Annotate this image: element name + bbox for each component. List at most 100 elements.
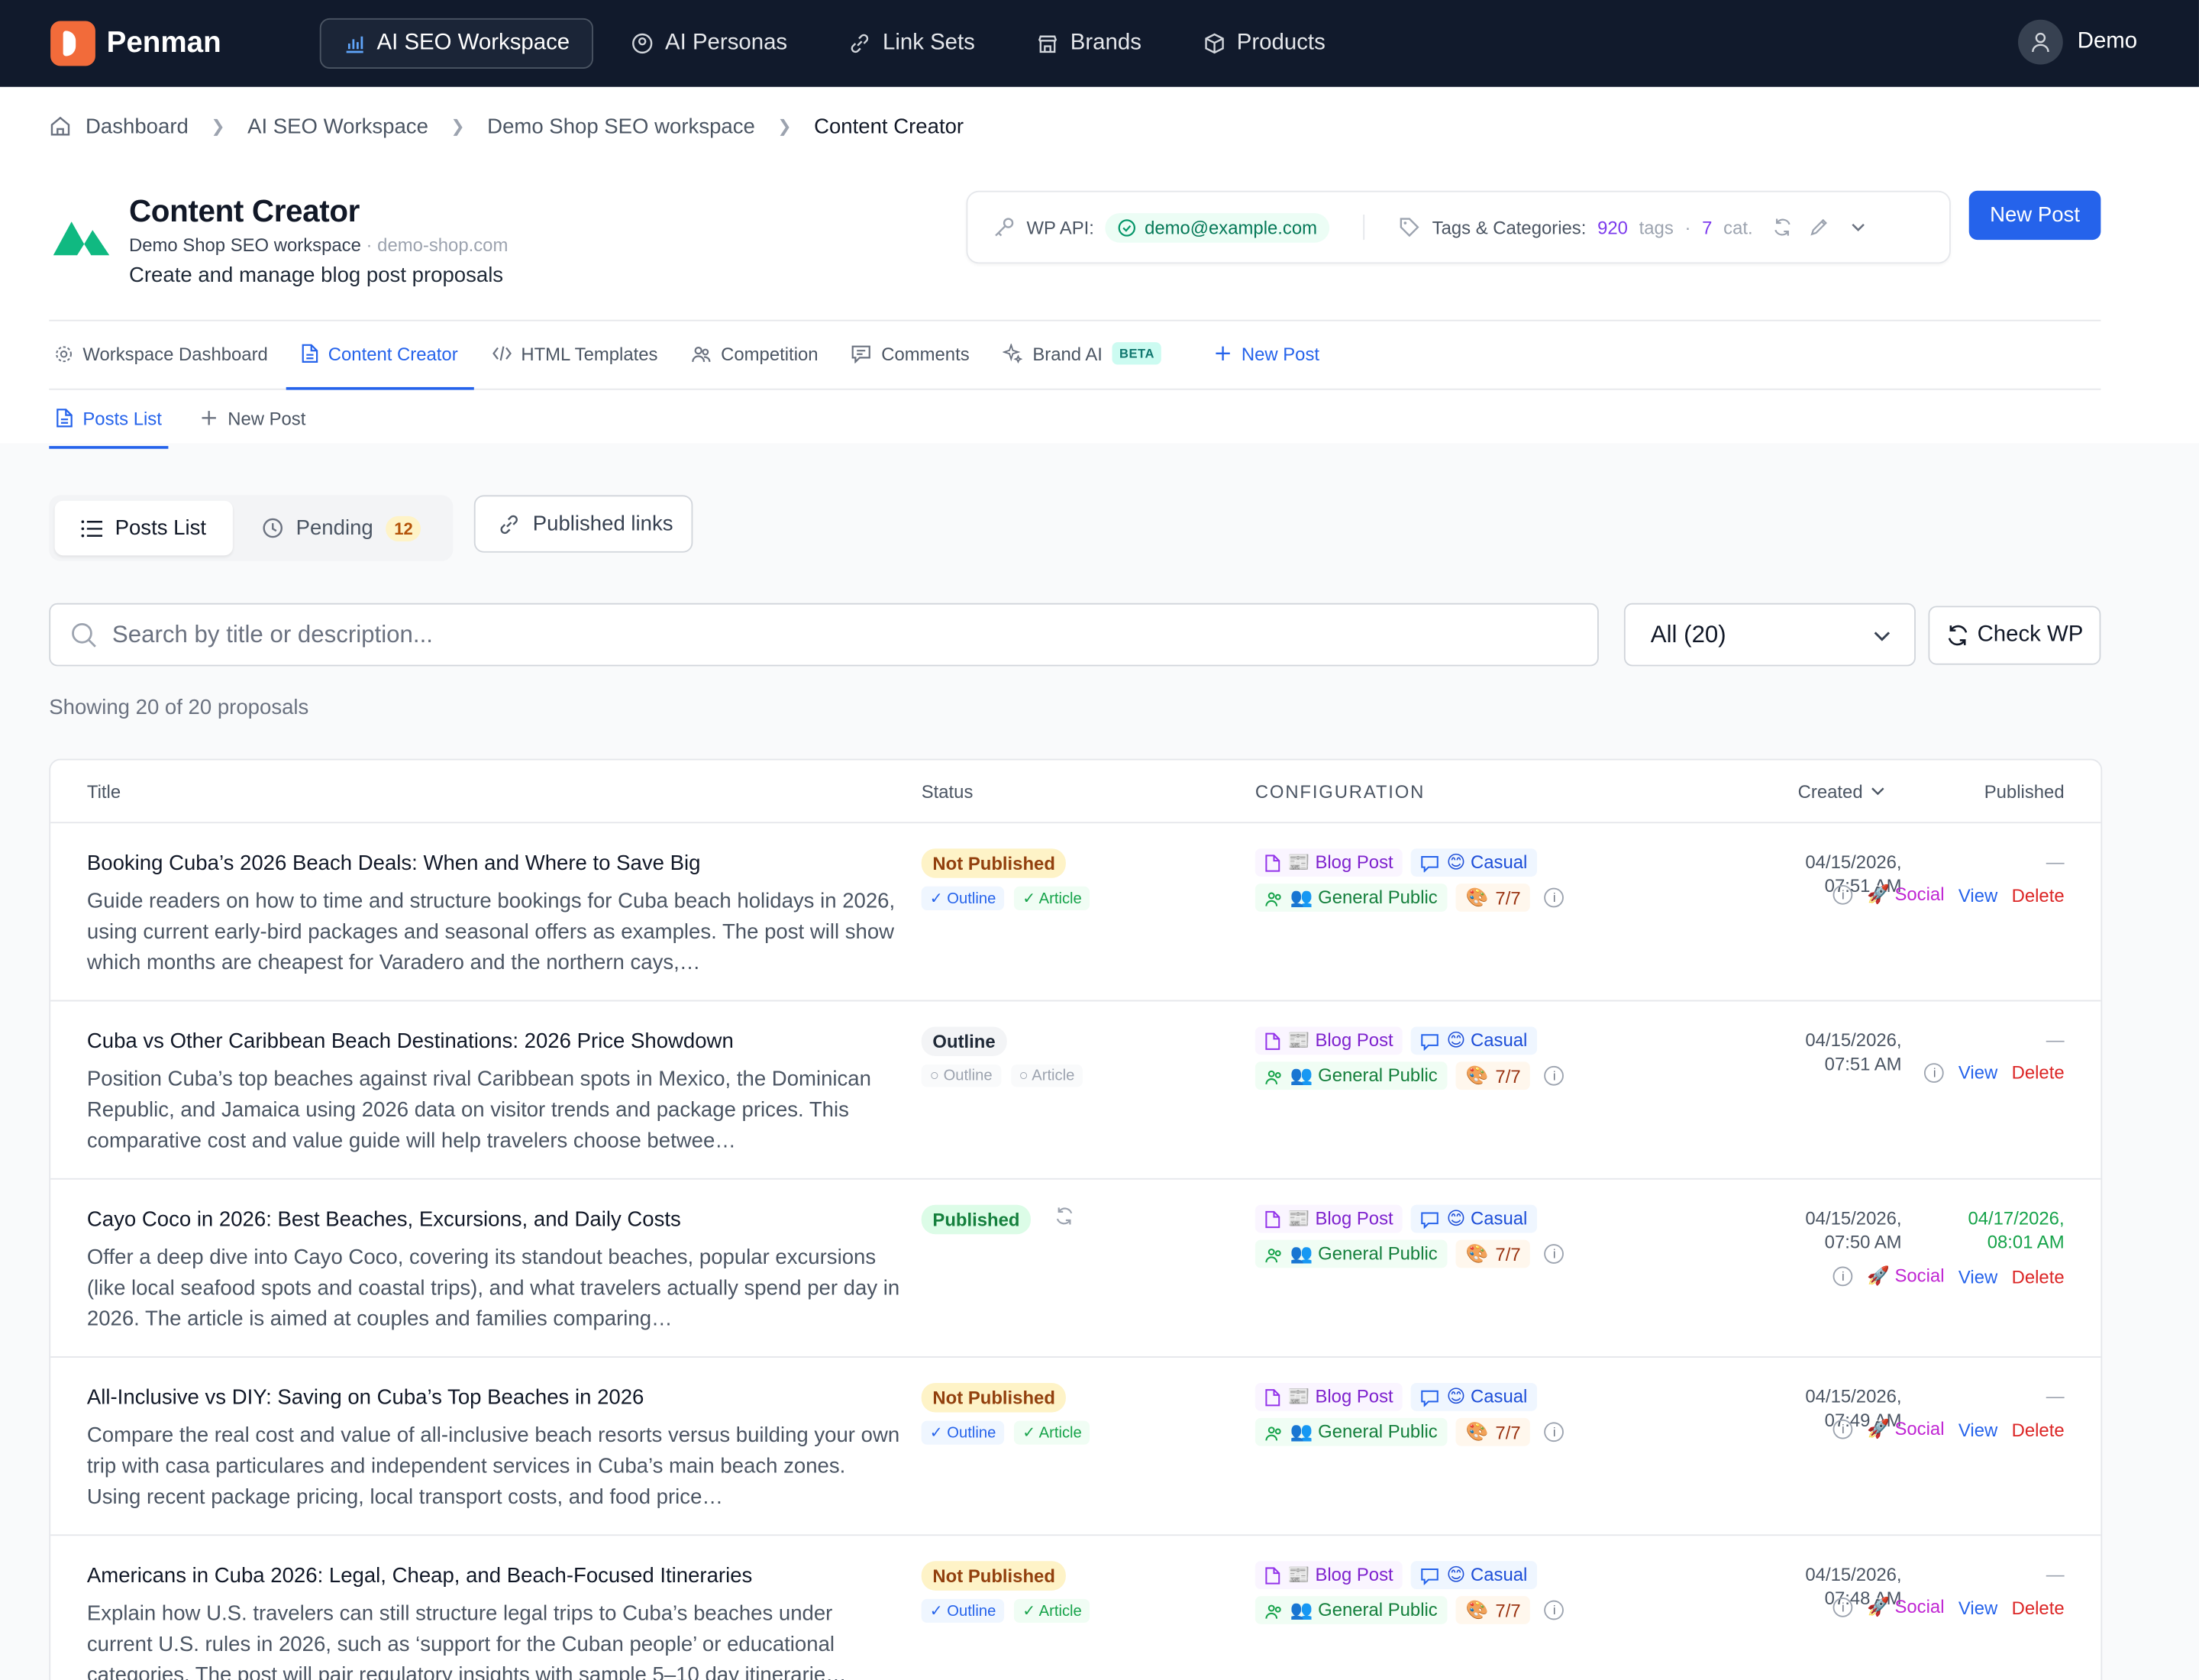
post-title[interactable]: Booking Cuba’s 2026 Beach Deals: When an…: [87, 851, 701, 875]
post-title[interactable]: Americans in Cuba 2026: Legal, Cheap, an…: [87, 1564, 752, 1588]
delete-link[interactable]: Delete: [2012, 884, 2065, 906]
workspace-tabs: Workspace Dashboard Content Creator HTML…: [49, 319, 2101, 390]
table-row[interactable]: Americans in Cuba 2026: Legal, Cheap, an…: [50, 1536, 2101, 1680]
info-icon[interactable]: i: [1832, 884, 1853, 905]
code-icon: [492, 345, 512, 362]
view-link[interactable]: View: [1958, 884, 1997, 906]
link-icon: [498, 512, 520, 535]
plus-icon: [201, 409, 218, 426]
sync-icon[interactable]: [1054, 1207, 1074, 1233]
info-icon[interactable]: i: [1544, 1422, 1564, 1443]
delete-link[interactable]: Delete: [2012, 1597, 2065, 1618]
tab-label: Workspace Dashboard: [82, 343, 268, 364]
info-icon[interactable]: i: [1832, 1266, 1853, 1287]
status-filter-select[interactable]: All (20): [1623, 603, 1916, 667]
edit-icon[interactable]: [1809, 218, 1829, 237]
info-icon[interactable]: i: [1544, 1244, 1564, 1264]
info-icon[interactable]: i: [1544, 1600, 1564, 1620]
tab-new-post[interactable]: New Post: [1200, 320, 1335, 390]
new-post-button[interactable]: New Post: [1968, 190, 2101, 241]
breadcrumb-ai-seo-workspace[interactable]: AI SEO Workspace: [247, 115, 428, 138]
nav-item-ai-seo-workspace[interactable]: AI SEO Workspace: [319, 18, 594, 69]
audience-chip: 👥 General Public: [1254, 1417, 1448, 1446]
status-cell: Not Published ✓ Outline ✓ Article: [921, 1382, 1090, 1445]
tab-html-templates[interactable]: HTML Templates: [476, 320, 673, 390]
document-icon: [1265, 1566, 1280, 1585]
nav-item-products[interactable]: Products: [1179, 18, 1348, 69]
tone-chip: 😊 Casual: [1411, 1204, 1538, 1233]
search-input[interactable]: Search by title or description...: [49, 603, 1599, 667]
nav-item-brands[interactable]: Brands: [1012, 18, 1165, 69]
configuration-cell: 📰 Blog Post 😊 Casual 👥 General Public 🎨 7…: [1254, 1382, 1592, 1453]
delete-link[interactable]: Delete: [2012, 1266, 2065, 1287]
published-date: —: [2046, 1029, 2065, 1051]
view-link[interactable]: View: [1958, 1419, 1997, 1440]
tab-comments[interactable]: Comments: [836, 320, 984, 390]
column-created-sort[interactable]: Created: [1798, 780, 1887, 802]
table-row[interactable]: Cayo Coco in 2026: Best Beaches, Excursi…: [50, 1180, 2101, 1358]
tab-competition[interactable]: Competition: [676, 320, 833, 390]
filter-row: Search by title or description... All (2…: [49, 603, 2101, 667]
workspace-logo-icon: [49, 213, 113, 260]
breadcrumb-dashboard[interactable]: Dashboard: [86, 115, 189, 138]
subtab-posts-list[interactable]: Posts List: [49, 390, 170, 449]
pending-toggle[interactable]: Pending 12: [236, 501, 448, 556]
chevron-down-icon[interactable]: [1849, 218, 1868, 237]
competition-icon: [692, 344, 712, 363]
published-links-label: Published links: [532, 512, 673, 536]
table-row[interactable]: Cuba vs Other Caribbean Beach Destinatio…: [50, 1001, 2101, 1180]
flag-icon: 🎨: [1465, 1420, 1489, 1443]
social-link[interactable]: 🚀 Social: [1867, 884, 1944, 906]
logo[interactable]: Penman: [50, 21, 221, 66]
table-row[interactable]: Booking Cuba’s 2026 Beach Deals: When an…: [50, 823, 2101, 1002]
main-content: Posts List Pending 12 Published links Se…: [0, 443, 2199, 1680]
post-description: Guide readers on how to time and structu…: [86, 889, 896, 975]
nav-item-ai-personas[interactable]: AI Personas: [608, 18, 812, 69]
audience-chip: 👥 General Public: [1254, 1061, 1448, 1090]
breadcrumb: Dashboard ❯ AI SEO Workspace ❯ Demo Shop…: [49, 87, 2101, 166]
view-toolbar: Posts List Pending 12 Published links: [49, 495, 2101, 561]
refresh-icon: [1946, 623, 1968, 645]
info-icon[interactable]: i: [1924, 1062, 1945, 1083]
social-link[interactable]: 🚀 Social: [1867, 1596, 1944, 1618]
view-link[interactable]: View: [1958, 1597, 1997, 1618]
table-row[interactable]: All-Inclusive vs DIY: Saving on Cuba’s T…: [50, 1358, 2101, 1536]
created-date: 04/15/2026, 07:50 AM: [1805, 1207, 1902, 1253]
view-link[interactable]: View: [1958, 1061, 1997, 1083]
chevron-right-icon: ❯: [211, 116, 225, 137]
post-title[interactable]: Cuba vs Other Caribbean Beach Destinatio…: [87, 1029, 734, 1053]
posts-list-label: Posts List: [115, 515, 207, 541]
tags-label: Tags & Categories:: [1432, 216, 1587, 238]
refresh-icon[interactable]: [1772, 218, 1792, 237]
published-links-button[interactable]: Published links: [473, 495, 693, 553]
breadcrumb-workspace[interactable]: Demo Shop SEO workspace: [487, 115, 755, 138]
tab-workspace-dashboard[interactable]: Workspace Dashboard: [49, 320, 283, 390]
info-icon[interactable]: i: [1832, 1419, 1853, 1439]
post-title[interactable]: Cayo Coco in 2026: Best Beaches, Excursi…: [87, 1207, 681, 1231]
subtab-new-post[interactable]: New Post: [194, 390, 312, 449]
social-link[interactable]: 🚀 Social: [1867, 1418, 1944, 1440]
tab-content-creator[interactable]: Content Creator: [286, 320, 473, 390]
view-link[interactable]: View: [1958, 1266, 1997, 1287]
social-link[interactable]: 🚀 Social: [1867, 1265, 1944, 1287]
outline-flag: ✓ Outline: [921, 886, 1005, 911]
nav-item-label: AI Personas: [665, 31, 788, 55]
post-description: Position Cuba’s top beaches against riva…: [86, 1067, 871, 1153]
nav-item-link-sets[interactable]: Link Sets: [825, 18, 999, 69]
tab-brand-ai[interactable]: Brand AI BETA: [988, 320, 1177, 390]
post-title[interactable]: All-Inclusive vs DIY: Saving on Cuba’s T…: [87, 1386, 644, 1410]
subtab-label: Posts List: [82, 407, 162, 429]
delete-link[interactable]: Delete: [2012, 1419, 2065, 1440]
delete-link[interactable]: Delete: [2012, 1061, 2065, 1083]
info-icon[interactable]: i: [1832, 1598, 1853, 1617]
nav-item-label: Link Sets: [883, 31, 975, 55]
post-type-chip: 📰 Blog Post: [1254, 1382, 1403, 1411]
info-icon[interactable]: i: [1544, 887, 1564, 908]
check-wp-button[interactable]: Check WP: [1929, 605, 2101, 664]
user-menu[interactable]: Demo: [2018, 19, 2137, 65]
info-icon[interactable]: i: [1544, 1065, 1564, 1086]
posts-list-toggle[interactable]: Posts List: [54, 500, 233, 556]
logo-text: Penman: [106, 26, 221, 60]
status-cell: Not Published ✓ Outline ✓ Article: [921, 1561, 1090, 1623]
post-type-chip: 📰 Blog Post: [1254, 848, 1403, 877]
